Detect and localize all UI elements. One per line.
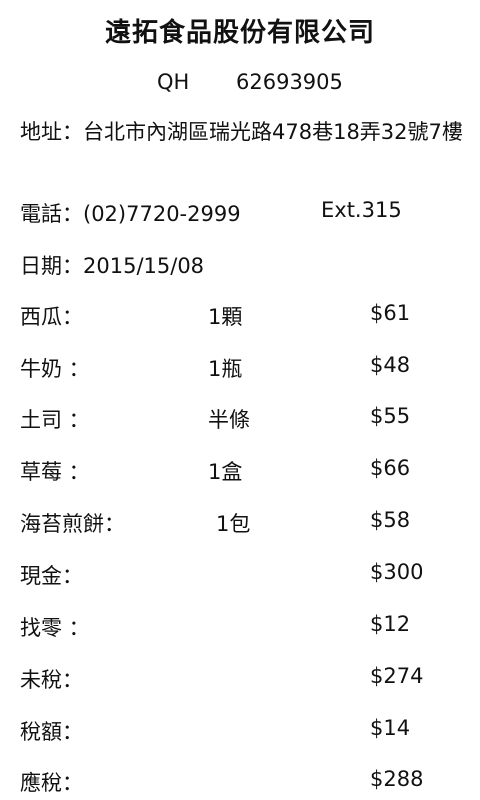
item-row: 海苔煎餅： 1包 $58 [0,508,480,536]
item-row: 土司 ： 半條 $55 [0,404,480,432]
summary-label: 應稅： [20,771,83,795]
address-line: 地址：台北市內湖區瑞光路478巷18弄32號7樓 [20,119,470,145]
summary-label: 稅額： [20,720,83,744]
address-label: 地址： [20,120,83,144]
phone-extension: Ext.315 [321,198,402,222]
summary-row-tax: 稅額： $14 [0,716,480,744]
summary-value: $12 [370,612,411,636]
summary-value: $14 [370,716,411,740]
summary-value: $288 [370,767,424,791]
item-qty: 1顆 [208,305,243,329]
item-name: 西瓜： [20,305,83,329]
item-row: 牛奶 ： 1瓶 $48 [0,353,480,381]
summary-value: $300 [370,560,424,584]
item-name: 草莓 ： [20,460,90,484]
summary-label: 現金： [20,564,83,588]
item-row: 西瓜： 1顆 $61 [0,301,480,329]
summary-row-total: 應稅： $288 [0,767,480,795]
qh-row: QH 62693905 [0,70,480,96]
summary-value: $274 [370,664,424,688]
item-name: 海苔煎餅： [20,512,125,536]
item-name: 土司 ： [20,408,90,432]
phone-row: 電話：(02)7720-2999 Ext.315 [20,198,470,228]
item-price: $58 [370,508,411,532]
qh-value: 62693905 [236,70,343,94]
summary-row-change: 找零 ： $12 [0,612,480,640]
phone-value: (02)7720-2999 [83,202,241,226]
item-price: $55 [370,404,411,428]
item-price: $48 [370,353,411,377]
item-price: $66 [370,456,411,480]
summary-label: 未稅： [20,668,83,692]
item-qty: 1瓶 [208,357,243,381]
company-title: 遠拓食品股份有限公司 [104,18,375,48]
summary-row-cash: 現金： $300 [0,560,480,588]
item-qty: 半條 [208,408,250,432]
item-name: 牛奶 ： [20,357,90,381]
item-qty: 1包 [216,512,251,536]
qh-label: QH [157,70,190,94]
address-value: 台北市內湖區瑞光路478巷18弄32號7樓 [83,120,463,144]
summary-row-pretax: 未稅： $274 [0,664,480,692]
phone-label: 電話： [20,202,83,226]
summary-label: 找零 ： [20,616,90,640]
item-price: $61 [370,301,411,325]
date-row: 日期：2015/15/08 [20,250,204,280]
date-value: 2015/15/08 [83,254,205,278]
date-label: 日期： [20,254,83,278]
item-qty: 1盒 [208,460,243,484]
item-row: 草莓 ： 1盒 $66 [0,456,480,484]
